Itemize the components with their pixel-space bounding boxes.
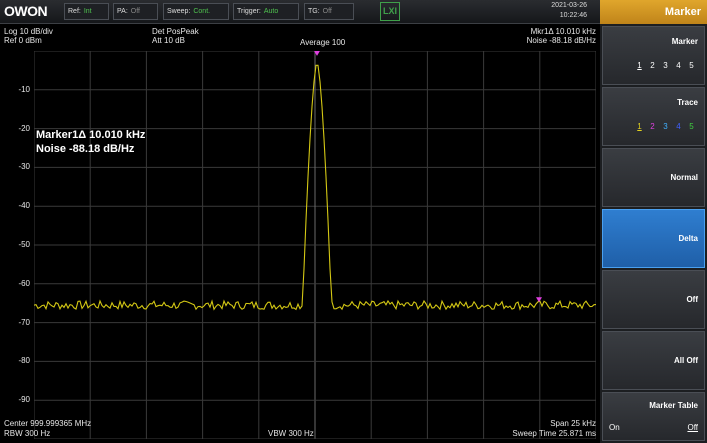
pa-label: PA:: [117, 8, 128, 15]
ref-label: Ref:: [68, 8, 81, 15]
softkey-off[interactable]: Off: [602, 270, 705, 329]
ref-value: Int: [83, 8, 92, 15]
trigger-label: Trigger:: [237, 8, 261, 15]
y-tick-label: -20: [18, 123, 30, 133]
ref-status: Ref: Int: [64, 3, 109, 20]
softkey-normal-label: Normal: [670, 173, 698, 182]
span-text: Span 25 kHz: [550, 419, 596, 428]
marker-readout: Marker1Δ 10.010 kHz Noise -88.18 dB/Hz: [36, 128, 145, 156]
atten-text: Att 10 dB: [152, 36, 185, 45]
graticule: [34, 51, 596, 439]
softkey-off-label: Off: [686, 295, 698, 304]
vbw-text: VBW 300 Hz: [268, 429, 314, 438]
softkey-all-off-label: All Off: [674, 356, 698, 365]
y-tick-label: -80: [18, 356, 30, 366]
plot-area: [34, 51, 596, 439]
scale-text: Log 10 dB/div: [4, 27, 53, 36]
softkey-panel: Marker 12345 Trace 12345 Normal Delta Of…: [600, 24, 707, 443]
marker-delta-text: Mkr1Δ 10.010 kHz: [530, 27, 596, 36]
trace-opts-4[interactable]: 4: [672, 122, 685, 131]
average-text: Average 100: [300, 38, 346, 47]
trigger-value: Auto: [263, 8, 279, 15]
softkey-trace-label: Trace: [677, 98, 698, 107]
sweep-label: Sweep:: [167, 8, 191, 15]
spectrum-svg: [34, 51, 596, 439]
softkey-normal[interactable]: Normal: [602, 148, 705, 207]
softkey-marker-table[interactable]: Marker Table On Off: [602, 392, 705, 441]
y-tick-label: -60: [18, 278, 30, 288]
marker-readout-delta: Marker1Δ 10.010 kHz: [36, 129, 146, 141]
trace-opts-3[interactable]: 3: [659, 122, 672, 131]
datetime: 2021-03-26 10:22:46: [525, 1, 587, 21]
y-tick-label: -40: [18, 201, 30, 211]
trigger-status: Trigger: Auto: [233, 3, 299, 20]
softkey-delta-label: Delta: [678, 234, 698, 243]
marker-group: [314, 51, 542, 303]
sweep-value: Cont.: [193, 8, 211, 15]
softkey-all-off[interactable]: All Off: [602, 331, 705, 390]
trace-options: 12345: [633, 122, 698, 131]
ref-level-text: Ref 0 dBm: [4, 36, 42, 45]
marker-noise-text: Noise -88.18 dB/Hz: [526, 36, 596, 45]
detector-text: Det PosPeak: [152, 27, 199, 36]
spectrum-display: Log 10 dB/div Ref 0 dBm Det PosPeak Att …: [0, 24, 600, 443]
pa-status: PA: Off: [113, 3, 158, 20]
softkey-marker-select[interactable]: Marker 12345: [602, 26, 705, 85]
date-text: 2021-03-26: [551, 2, 587, 9]
y-tick-label: -50: [18, 240, 30, 249]
marker-opts-1[interactable]: 1: [633, 61, 646, 70]
trace-opts-1[interactable]: 1: [633, 122, 646, 131]
marker-table-on: On: [609, 423, 620, 432]
softkey-marker-table-label: Marker Table: [649, 401, 698, 410]
y-tick-label: -30: [18, 162, 30, 172]
y-tick-label: -10: [18, 84, 30, 94]
sweep-time-text: Sweep Time 25.871 ms: [512, 429, 596, 438]
marker-opts-5[interactable]: 5: [685, 61, 698, 70]
marker-opts-2[interactable]: 2: [646, 61, 659, 70]
softkey-delta[interactable]: Delta: [602, 209, 705, 268]
trace-opts-5[interactable]: 5: [685, 122, 698, 131]
brand-logo: OWON: [4, 3, 48, 19]
tg-label: TG:: [308, 8, 320, 15]
marker-readout-noise: Noise -88.18 dB/Hz: [36, 143, 135, 155]
sweep-status: Sweep: Cont.: [163, 3, 229, 20]
y-tick-label: -70: [18, 317, 30, 327]
lxi-icon: LXI: [380, 2, 400, 21]
time-text: 10:22:46: [559, 12, 587, 19]
rbw-text: RBW 300 Hz: [4, 429, 51, 438]
center-freq-text: Center 999.999365 MHz: [4, 419, 92, 428]
trace-opts-2[interactable]: 2: [646, 122, 659, 131]
menu-title: Marker: [600, 0, 707, 24]
tg-status: TG: Off: [304, 3, 354, 20]
marker-opts-3[interactable]: 3: [659, 61, 672, 70]
status-bar: OWON Ref: Int PA: Off Sweep: Cont. Trigger:…: [0, 0, 707, 24]
softkey-marker-label: Marker: [671, 37, 698, 46]
marker-opts-4[interactable]: 4: [672, 61, 685, 70]
pa-value: Off: [130, 8, 140, 15]
marker-1-delta: [536, 297, 542, 303]
tg-value: Off: [322, 8, 332, 15]
marker-options: 12345: [633, 61, 698, 70]
y-tick-label: -90: [18, 395, 30, 405]
marker-table-off: Off: [687, 423, 698, 432]
softkey-trace-select[interactable]: Trace 12345: [602, 87, 705, 146]
